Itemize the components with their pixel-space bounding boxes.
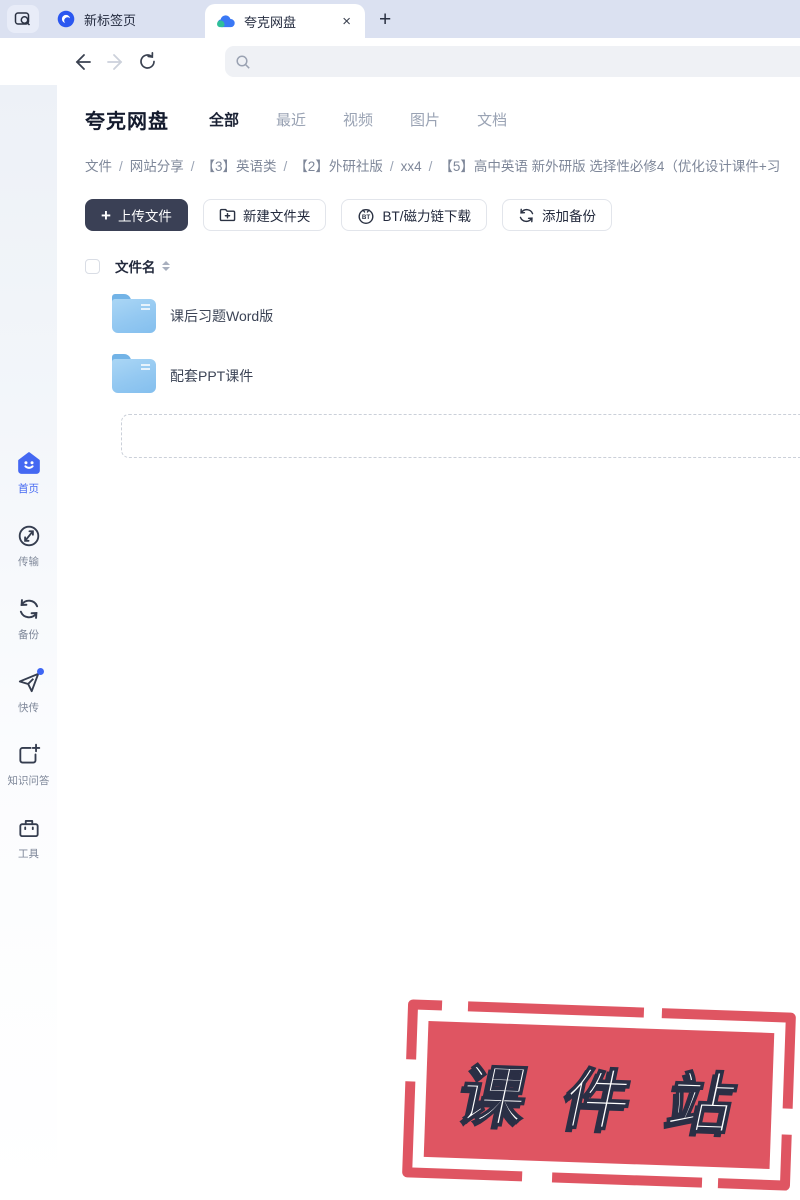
search-icon bbox=[234, 53, 252, 71]
new-tab-button[interactable]: + bbox=[379, 9, 391, 30]
sidebar-item-label: 知识问答 bbox=[7, 775, 50, 787]
folder-icon bbox=[112, 354, 156, 393]
file-name: 配套PPT课件 bbox=[170, 368, 254, 384]
sync-circle-icon bbox=[518, 207, 535, 224]
browser-tab-quark-drive[interactable]: 夸克网盘 × bbox=[205, 4, 365, 38]
sidebar-item-label: 传输 bbox=[18, 556, 39, 568]
breadcrumb-item[interactable]: xx4 bbox=[401, 159, 422, 174]
home-icon bbox=[16, 450, 42, 476]
upload-file-button[interactable]: + 上传文件 bbox=[85, 199, 188, 231]
folder-icon bbox=[112, 294, 156, 333]
sidebar-item-label: 快传 bbox=[18, 702, 39, 714]
action-buttons: + 上传文件 新建文件夹 BT BT/磁力链下载 添加备份 bbox=[85, 199, 800, 231]
backup-sync-icon bbox=[16, 596, 42, 622]
tab-title: 夸克网盘 bbox=[244, 14, 297, 30]
breadcrumb-item[interactable]: 【2】外研社版 bbox=[294, 159, 383, 174]
stamp-text: 课件站 bbox=[452, 1058, 781, 1144]
forward-icon[interactable] bbox=[103, 50, 127, 74]
select-all-checkbox[interactable] bbox=[85, 258, 100, 274]
tab-documents[interactable]: 文档 bbox=[477, 109, 507, 130]
toolbox-icon bbox=[16, 815, 42, 841]
watermark-stamp: 课件站 bbox=[402, 998, 796, 1191]
browser-toolbar bbox=[0, 38, 800, 85]
filter-tabs: 全部 最近 视频 图片 文档 bbox=[209, 109, 507, 130]
sidebar: 首页 传输 备份 快传 知识问答 工具 bbox=[0, 85, 57, 1200]
file-row-folder[interactable]: 配套PPT课件 bbox=[85, 346, 800, 406]
sort-toggle-icon[interactable] bbox=[161, 261, 170, 271]
quark-logo-icon bbox=[57, 10, 75, 28]
bt-download-icon: BT bbox=[357, 207, 375, 224]
paper-plane-icon bbox=[16, 668, 44, 695]
address-search-input[interactable] bbox=[258, 54, 800, 69]
breadcrumb-item-current: 【5】高中英语 新外研版 选择性必修4（优化设计课件+习 bbox=[439, 159, 781, 174]
file-list-header: 文件名 bbox=[85, 256, 800, 276]
bt-magnet-download-button[interactable]: BT BT/磁力链下载 bbox=[341, 199, 487, 231]
tab-search-button[interactable] bbox=[7, 5, 39, 33]
breadcrumb-item[interactable]: 【3】英语类 bbox=[202, 159, 277, 174]
sidebar-item-backup[interactable]: 备份 bbox=[0, 596, 57, 642]
cloud-drive-icon bbox=[217, 12, 235, 30]
back-icon[interactable] bbox=[71, 50, 95, 74]
tab-all[interactable]: 全部 bbox=[209, 109, 239, 130]
sidebar-item-label: 备份 bbox=[18, 629, 39, 641]
filename-column-header: 文件名 bbox=[115, 260, 156, 275]
sidebar-item-quick-send[interactable]: 快传 bbox=[0, 668, 57, 715]
tab-title: 新标签页 bbox=[84, 12, 137, 28]
tab-recent[interactable]: 最近 bbox=[276, 109, 306, 130]
new-folder-button[interactable]: 新建文件夹 bbox=[202, 199, 327, 231]
browser-tab-new-tab[interactable]: 新标签页 bbox=[45, 0, 197, 38]
sidebar-item-label: 工具 bbox=[18, 848, 39, 860]
page-title: 夸克网盘 bbox=[85, 111, 169, 133]
close-tab-icon[interactable]: × bbox=[340, 14, 353, 29]
sidebar-item-home[interactable]: 首页 bbox=[0, 450, 57, 496]
transfer-icon bbox=[16, 523, 42, 549]
breadcrumb-item[interactable]: 网站分享 bbox=[130, 159, 184, 174]
upload-dropzone[interactable] bbox=[121, 414, 800, 458]
address-search-bar[interactable] bbox=[225, 46, 800, 77]
sidebar-item-tools[interactable]: 工具 bbox=[0, 815, 57, 861]
file-name: 课后习题Word版 bbox=[170, 308, 274, 324]
plus-icon: + bbox=[101, 205, 111, 225]
sidebar-item-transfer[interactable]: 传输 bbox=[0, 523, 57, 569]
tab-images[interactable]: 图片 bbox=[410, 109, 440, 130]
sidebar-item-knowledge-qa[interactable]: 知识问答 bbox=[0, 742, 57, 788]
tab-videos[interactable]: 视频 bbox=[343, 109, 373, 130]
svg-text:BT: BT bbox=[362, 214, 370, 221]
file-list: 课后习题Word版 配套PPT课件 bbox=[85, 286, 800, 406]
notification-dot bbox=[36, 668, 44, 675]
knowledge-box-plus-icon bbox=[16, 742, 42, 768]
folder-plus-icon bbox=[219, 207, 236, 223]
breadcrumb-item[interactable]: 文件 bbox=[85, 159, 112, 174]
window-search-icon bbox=[14, 11, 32, 27]
refresh-icon[interactable] bbox=[135, 50, 159, 74]
browser-tab-bar: 新标签页 夸克网盘 × + bbox=[0, 0, 800, 38]
add-backup-button[interactable]: 添加备份 bbox=[501, 199, 612, 231]
file-row-folder[interactable]: 课后习题Word版 bbox=[85, 286, 800, 346]
sidebar-item-label: 首页 bbox=[18, 483, 39, 495]
breadcrumb: 文件 / 网站分享 / 【3】英语类 / 【2】外研社版 / xx4/【5】高中英语 新外研版 … bbox=[85, 159, 781, 174]
stamp-body: 课件站 bbox=[423, 1021, 781, 1169]
